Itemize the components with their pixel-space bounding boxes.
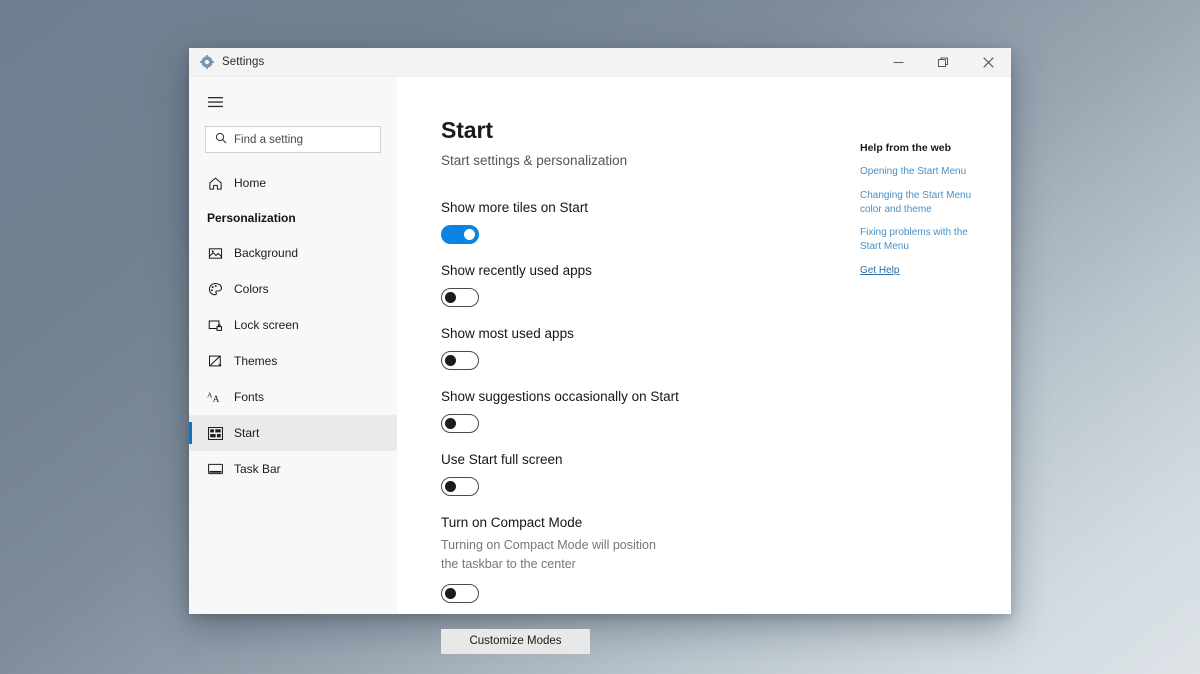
toggle-knob [445, 418, 456, 429]
restore-icon[interactable] [921, 48, 966, 77]
setting-use-start-full-screen: Use Start full screen [441, 452, 1011, 496]
page-title: Start [441, 117, 493, 143]
sidebar-item-start[interactable]: Start [189, 415, 397, 451]
toggle-knob [445, 355, 456, 366]
sidebar-item-label: Start [234, 426, 260, 440]
minimize-icon[interactable] [876, 48, 921, 77]
search-icon [215, 131, 227, 149]
setting-label: Show most used apps [441, 326, 574, 341]
setting-label: Turn on Compact Mode [441, 515, 583, 530]
setting-description: Turning on Compact Mode will position th… [441, 538, 656, 571]
svg-text:A: A [213, 395, 220, 405]
toggle-knob [464, 229, 475, 240]
settings-window: Settings Find a setting Home Personaliza… [189, 48, 1011, 654]
nav-list: Home Personalization Background Colors L… [189, 165, 397, 487]
toggle-knob [445, 292, 456, 303]
toggle-knob [445, 587, 456, 599]
sidebar: Home Personalization Background [189, 77, 397, 614]
setting-show-most-used-apps: Show most used apps [441, 326, 1011, 370]
sidebar-item-home[interactable]: Home [189, 165, 397, 201]
help-panel-title: Help from the web [860, 142, 952, 154]
setting-show-suggestions: Show suggestions occasionally on Start [441, 389, 1011, 433]
window-controls [876, 48, 1011, 77]
sidebar-item-label: Task Bar [234, 462, 281, 476]
help-link-opening-start-menu[interactable]: Opening the Start Menu [860, 165, 984, 179]
toggle-show-suggestions[interactable] [441, 414, 479, 433]
help-panel: Help from the web Opening the Start Menu… [860, 142, 984, 288]
sidebar-item-background[interactable]: Background [189, 235, 397, 271]
toggle-show-most-used-apps[interactable] [441, 351, 479, 370]
setting-label: Show suggestions occasionally on Start [441, 389, 679, 404]
title-bar-left: Settings [189, 55, 264, 69]
sidebar-item-lock-screen[interactable]: Lock screen [189, 307, 397, 343]
taskbar-icon [207, 461, 223, 477]
search-input[interactable] [234, 133, 371, 146]
sidebar-section-header: Personalization [207, 211, 296, 225]
sidebar-item-label: Lock screen [234, 318, 299, 332]
start-tiles-icon [207, 425, 223, 441]
close-icon[interactable] [966, 48, 1011, 77]
toggle-knob [445, 481, 456, 492]
sidebar-item-themes[interactable]: Themes [189, 343, 397, 379]
main-content: Start Start settings & personalization S… [397, 77, 1011, 654]
toggle-compact-mode[interactable] [441, 583, 479, 603]
sidebar-item-label: Background [234, 246, 299, 260]
toggle-show-recently-used-apps[interactable] [441, 288, 479, 307]
toggle-show-more-tiles[interactable] [441, 225, 479, 244]
home-icon [207, 175, 223, 191]
sidebar-item-label: Themes [234, 354, 278, 368]
sidebar-item-colors[interactable]: Colors [189, 271, 397, 307]
window-title: Settings [222, 56, 265, 68]
gear-icon [200, 55, 214, 69]
setting-compact-mode: Turn on Compact Mode Turning on Compact … [441, 515, 1011, 603]
sidebar-item-label: Home [234, 176, 267, 190]
palette-icon [207, 281, 223, 297]
help-link-fixing-problems[interactable]: Fixing problems with the Start Menu [860, 226, 984, 254]
title-bar: Settings [189, 48, 1011, 77]
setting-label: Use Start full screen [441, 452, 563, 467]
sidebar-item-fonts[interactable]: A A Fonts [189, 379, 397, 415]
help-link-changing-start-menu-color[interactable]: Changing the Start Menu color and theme [860, 189, 984, 217]
toggle-use-start-full-screen[interactable] [441, 477, 479, 496]
sidebar-item-label: Fonts [234, 390, 265, 404]
picture-icon [207, 245, 223, 261]
customize-modes-button[interactable]: Customize Modes [441, 628, 590, 654]
get-help-link[interactable]: Get Help [860, 264, 984, 278]
brush-icon [207, 353, 223, 369]
hamburger-icon[interactable] [196, 87, 234, 117]
search-box[interactable] [205, 126, 381, 153]
window-body: Home Personalization Background [189, 77, 1011, 654]
lock-screen-icon [207, 317, 223, 333]
sidebar-item-task-bar[interactable]: Task Bar [189, 451, 397, 487]
fonts-icon: A A [207, 389, 223, 405]
sidebar-item-label: Colors [234, 282, 269, 296]
